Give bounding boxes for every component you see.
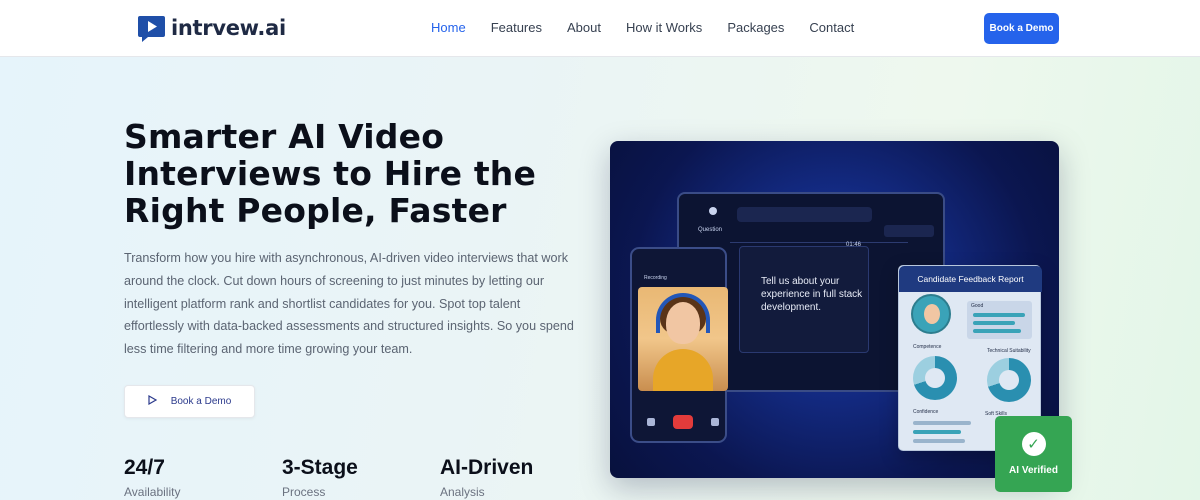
stat-value: 3-Stage [282,456,358,479]
question-label: Question [698,227,723,233]
mic-icon [647,418,655,426]
nav-book-demo-button[interactable]: Book a Demo [984,13,1059,44]
rating-bar [973,321,1015,325]
confidence-bar [913,439,965,443]
camera-icon [711,418,719,426]
rating-bar [973,329,1021,333]
nav-features[interactable]: Features [491,20,542,35]
technical-donut [987,358,1031,402]
stats-row: 24/7 Availability 3-Stage Process AI-Dri… [124,456,598,499]
stat-value: 24/7 [124,456,165,479]
section-competence: Competence [913,344,942,350]
hero-title: Smarter AI Video Interviews to Hire the … [124,117,537,230]
confidence-bar [913,430,961,434]
question-text: Tell us about your experience in full st… [761,276,863,313]
nav-packages[interactable]: Packages [727,20,784,35]
verified-label: AI Verified [1009,465,1058,476]
ai-verified-badge: ✓ AI Verified [995,416,1072,492]
nav-how-it-works[interactable]: How it Works [626,20,702,35]
stat-availability: 24/7 Availability [124,456,282,499]
stat-process: 3-Stage Process [282,456,440,499]
candidate-avatar [911,294,951,334]
candidate-shirt [653,349,713,391]
candidate-video [638,287,728,391]
check-icon: ✓ [1021,432,1046,456]
brand-logo[interactable]: intrvew.ai [137,13,286,43]
call-controls [638,415,728,429]
top-nav: intrvew.ai Home Features About How it Wo… [0,0,1200,57]
end-call-icon [673,415,693,429]
confidence-bar [913,421,971,425]
stat-value: AI-Driven [440,456,534,479]
brand-name: intrvew.ai [171,16,286,40]
play-chat-icon [137,14,166,43]
monitor-toolbar-secondary [884,225,934,237]
stat-label: Process [282,485,326,499]
report-title: Candidate Feedback Report [899,266,1042,292]
nav-about[interactable]: About [567,20,601,35]
section-confidence: Confidence [913,409,939,415]
rating-bar [973,313,1025,317]
divider [730,242,908,243]
rating-tag: Good [971,303,984,309]
headset-icon [656,293,710,333]
nav-home[interactable]: Home [431,20,466,35]
hero-description: Transform how you hire with asynchronous… [124,251,574,357]
monitor-toolbar [737,207,872,222]
section-technical: Technical Suitability [987,348,1031,354]
play-icon [148,394,157,408]
stat-analysis: AI-Driven Analysis [440,456,598,499]
competence-donut [913,356,957,400]
nav-links: Home Features About How it Works Package… [431,20,879,35]
nav-contact[interactable]: Contact [809,20,854,35]
stat-label: Analysis [440,485,485,499]
camera-dot [709,207,717,215]
stat-label: Availability [124,485,181,499]
hero-book-demo-button[interactable]: Book a Demo [124,385,255,418]
recording-label: Recording [644,275,667,281]
hero-cta-label: Book a Demo [170,396,232,407]
